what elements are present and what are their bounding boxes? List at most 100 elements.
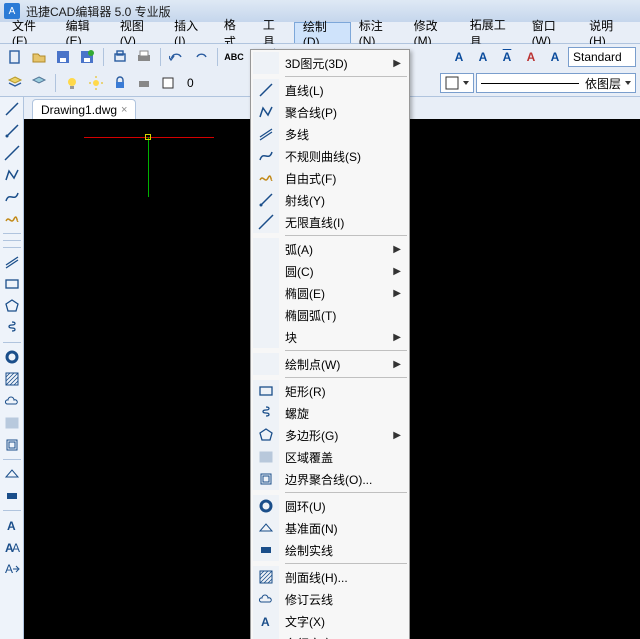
text-style-a5[interactable]: A xyxy=(544,46,566,68)
menu-item[interactable]: 编辑(E) xyxy=(58,22,112,43)
helix-tool-button[interactable] xyxy=(2,318,22,338)
menu-item[interactable]: 边界聚合线(O)... xyxy=(253,468,407,490)
menu-item[interactable]: 视图(V) xyxy=(112,22,166,43)
tab-drawing1[interactable]: Drawing1.dwg × xyxy=(32,99,136,119)
wipe-tool-button[interactable] xyxy=(2,413,22,433)
hatch-tool-button[interactable] xyxy=(2,369,22,389)
open-button[interactable] xyxy=(28,46,50,68)
saveas-button[interactable] xyxy=(76,46,98,68)
menu-separator xyxy=(285,76,407,77)
menu-item[interactable]: 聚合线(P) xyxy=(253,101,407,123)
line-tool-button[interactable] xyxy=(2,99,22,119)
mline-icon xyxy=(253,123,279,145)
save-button[interactable] xyxy=(52,46,74,68)
menu-item[interactable]: 说明(H) xyxy=(581,22,636,43)
menu-item[interactable]: 多线 xyxy=(253,123,407,145)
bpoly-tool-button[interactable] xyxy=(2,435,22,455)
menu-item[interactable]: 块▶ xyxy=(253,326,407,348)
menu-item[interactable]: 圆环(U) xyxy=(253,495,407,517)
menu-item[interactable]: 修订云线 xyxy=(253,588,407,610)
sun-icon[interactable] xyxy=(85,72,107,94)
menu-item-label: 剖面线(H)... xyxy=(285,569,387,586)
solid-tool-button[interactable] xyxy=(2,486,22,506)
lock-icon[interactable] xyxy=(109,72,131,94)
menu-item[interactable]: 基准面(N) xyxy=(253,517,407,539)
text-style-a1[interactable]: A xyxy=(448,46,470,68)
menu-item[interactable]: AA多行文字(M)... xyxy=(253,632,407,639)
text-style-a4[interactable]: A xyxy=(520,46,542,68)
blank-icon xyxy=(253,52,279,74)
text-tool-button[interactable]: A xyxy=(2,515,22,535)
menu-item-label: 直线(L) xyxy=(285,82,387,99)
menu-separator xyxy=(285,492,407,493)
menu-item[interactable]: 不规则曲线(S) xyxy=(253,145,407,167)
menu-item[interactable]: 拓展工具 xyxy=(462,22,524,43)
color-swatch[interactable] xyxy=(157,72,179,94)
menu-item[interactable]: 剖面线(H)... xyxy=(253,566,407,588)
print-button[interactable] xyxy=(133,46,155,68)
menu-item[interactable]: 圆(C)▶ xyxy=(253,260,407,282)
new-button[interactable] xyxy=(4,46,26,68)
menu-separator xyxy=(285,350,407,351)
menu-item[interactable]: A文字(X) xyxy=(253,610,407,632)
menu-item[interactable]: 窗口(W) xyxy=(524,22,581,43)
menu-item[interactable]: 自由式(F) xyxy=(253,167,407,189)
text-style-a2[interactable]: A xyxy=(472,46,494,68)
line-icon xyxy=(253,79,279,101)
print-preview-button[interactable] xyxy=(109,46,131,68)
menu-item[interactable]: 绘制实线 xyxy=(253,539,407,561)
menu-item[interactable]: 螺旋 xyxy=(253,402,407,424)
menu-item[interactable]: 格式 xyxy=(216,22,255,43)
menu-item[interactable]: 直线(L) xyxy=(253,79,407,101)
menu-item[interactable]: 3D图元(3D)▶ xyxy=(253,52,407,74)
menu-item[interactable]: 区域覆盖 xyxy=(253,446,407,468)
menu-item[interactable]: 椭圆弧(T) xyxy=(253,304,407,326)
redo-button[interactable] xyxy=(190,46,212,68)
poly-tool-button[interactable] xyxy=(2,165,22,185)
undo-button[interactable] xyxy=(166,46,188,68)
cloud-tool-button[interactable] xyxy=(2,391,22,411)
text-style-a3[interactable]: A xyxy=(496,46,518,68)
menu-item[interactable]: 椭圆(E)▶ xyxy=(253,282,407,304)
polygon-tool-button[interactable] xyxy=(2,296,22,316)
ray-tool-button[interactable] xyxy=(2,121,22,141)
menu-item[interactable]: 文件(F) xyxy=(4,22,58,43)
menu-item[interactable]: 插入(I) xyxy=(166,22,216,43)
menu-item[interactable]: 修改(M) xyxy=(406,22,462,43)
menu-item[interactable]: 多边形(G)▶ xyxy=(253,424,407,446)
menu-item[interactable]: 工具 xyxy=(255,22,294,43)
menu-item[interactable]: 绘制点(W)▶ xyxy=(253,353,407,375)
menu-item[interactable]: 矩形(R) xyxy=(253,380,407,402)
t2m-tool-button[interactable]: A xyxy=(2,559,22,579)
layer-tool-button[interactable] xyxy=(28,72,50,94)
xline-tool-button[interactable] xyxy=(2,143,22,163)
text-style-dropdown[interactable]: Standard xyxy=(568,47,636,67)
menu-item-label: 基准面(N) xyxy=(285,520,387,537)
submenu-arrow-icon: ▶ xyxy=(393,244,401,255)
menu-separator xyxy=(285,377,407,378)
mtext-tool-button[interactable]: AA xyxy=(2,537,22,557)
print-layer-icon[interactable] xyxy=(133,72,155,94)
menu-separator xyxy=(285,563,407,564)
blank-icon xyxy=(253,282,279,304)
menu-item[interactable]: 绘制(D) xyxy=(294,22,351,43)
rect-tool-button[interactable] xyxy=(2,274,22,294)
linetype-dropdown[interactable]: 依图层 xyxy=(476,73,636,93)
free-icon xyxy=(253,167,279,189)
spline-tool-button[interactable] xyxy=(2,187,22,207)
mline-tool-button[interactable] xyxy=(2,252,22,272)
layer-manager-button[interactable] xyxy=(4,72,26,94)
menu-item[interactable]: 弧(A)▶ xyxy=(253,238,407,260)
donut-tool-button[interactable] xyxy=(2,347,22,367)
plane-tool-button[interactable] xyxy=(2,464,22,484)
bulb-icon[interactable] xyxy=(61,72,83,94)
menu-item[interactable]: 射线(Y) xyxy=(253,189,407,211)
spell-button[interactable]: ABC xyxy=(223,46,245,68)
color-dropdown[interactable] xyxy=(440,73,474,93)
blank-icon xyxy=(253,238,279,260)
menu-item[interactable]: 无限直线(I) xyxy=(253,211,407,233)
submenu-arrow-icon: ▶ xyxy=(393,58,401,69)
menu-item[interactable]: 标注(N) xyxy=(351,22,406,43)
close-icon[interactable]: × xyxy=(121,104,127,116)
free-tool-button[interactable] xyxy=(2,209,22,229)
